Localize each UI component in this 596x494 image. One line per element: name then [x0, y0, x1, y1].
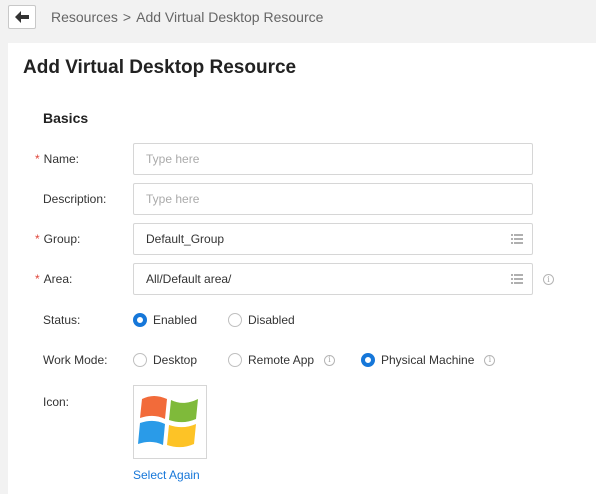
breadcrumb-separator: > — [122, 9, 132, 25]
work-mode-remote-app-radio[interactable]: Remote App i — [228, 353, 336, 367]
required-marker: * — [35, 232, 40, 246]
radio-checked-icon — [133, 313, 147, 327]
back-arrow-icon — [15, 11, 29, 23]
group-select[interactable]: Default_Group — [133, 223, 533, 255]
breadcrumb-current: Add Virtual Desktop Resource — [136, 9, 324, 25]
icon-label: Icon: — [43, 395, 70, 409]
section-title-basics: Basics — [43, 110, 89, 126]
radio-unchecked-icon — [228, 353, 242, 367]
work-mode-label: Work Mode: — [43, 353, 108, 367]
select-again-link[interactable]: Select Again — [133, 468, 200, 482]
info-icon[interactable]: i — [543, 274, 554, 285]
area-value: All/Default area/ — [146, 272, 232, 286]
group-value: Default_Group — [146, 232, 225, 246]
page-title: Add Virtual Desktop Resource — [23, 57, 297, 78]
form-panel: Add Virtual Desktop Resource Basics * Nam… — [8, 43, 596, 494]
required-marker: * — [35, 272, 40, 286]
radio-unchecked-icon — [228, 313, 242, 327]
name-label: * Name: — [35, 152, 80, 166]
windows-logo-icon — [138, 396, 198, 448]
description-label: Description: — [43, 192, 107, 206]
status-label: Status: — [43, 313, 81, 327]
required-marker: * — [35, 152, 40, 166]
icon-preview[interactable] — [133, 385, 207, 459]
status-enabled-radio[interactable]: Enabled — [133, 313, 197, 327]
radio-unchecked-icon — [133, 353, 147, 367]
work-mode-physical-machine-radio[interactable]: Physical Machine i — [361, 353, 496, 367]
radio-checked-icon — [361, 353, 375, 367]
breadcrumb: Resources > Add Virtual Desktop Resource — [51, 9, 323, 25]
work-mode-desktop-radio[interactable]: Desktop — [133, 353, 197, 367]
top-bar: Resources > Add Virtual Desktop Resource — [0, 0, 596, 36]
back-button[interactable] — [8, 5, 36, 29]
breadcrumb-root[interactable]: Resources — [51, 9, 118, 25]
list-icon[interactable] — [511, 234, 523, 244]
group-label: * Group: — [35, 232, 81, 246]
name-input[interactable]: Type here — [133, 143, 533, 175]
status-disabled-radio[interactable]: Disabled — [228, 313, 295, 327]
area-select[interactable]: All/Default area/ — [133, 263, 533, 295]
description-input[interactable]: Type here — [133, 183, 533, 215]
info-icon[interactable]: i — [484, 354, 496, 366]
area-label: * Area: — [35, 272, 73, 286]
list-icon[interactable] — [511, 274, 523, 284]
info-icon[interactable]: i — [324, 354, 336, 366]
